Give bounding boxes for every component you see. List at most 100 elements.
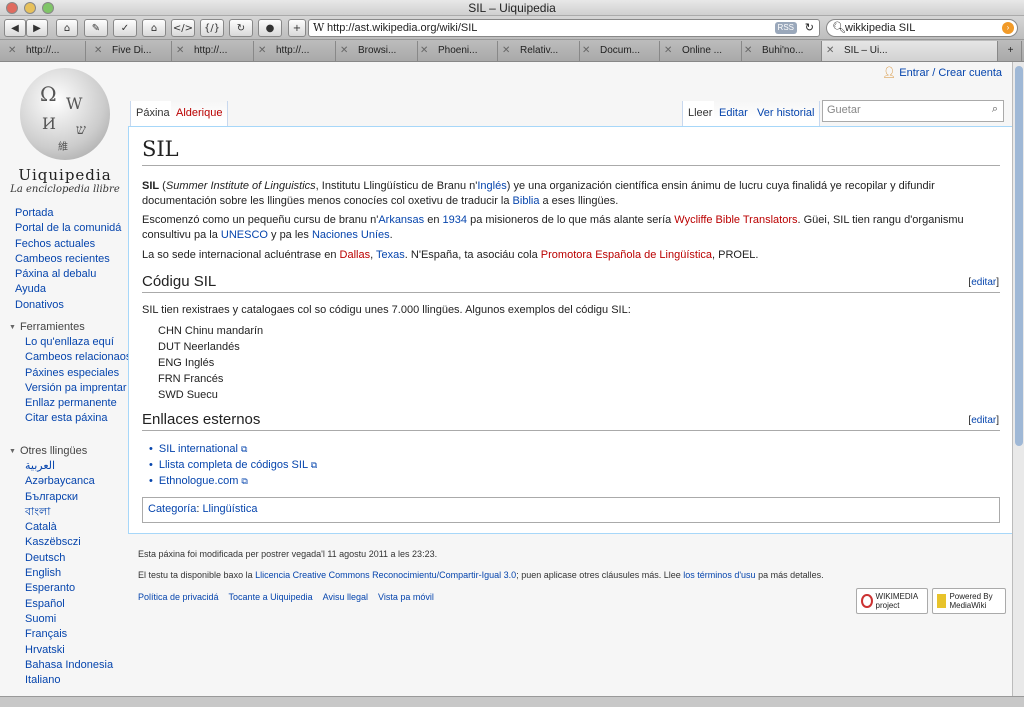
close-tab-icon[interactable]: ✕ [8,41,16,61]
browser-tab[interactable]: ✕ Online ... [660,41,742,61]
browser-search-field[interactable]: 🔍︎ wikkipedia SIL › [826,19,1018,37]
sidebar-link[interactable]: Български [15,490,113,505]
close-tab-icon[interactable]: ✕ [582,41,590,61]
close-tab-icon[interactable]: ✕ [340,41,348,61]
sidebar-link[interactable]: Kaszëbsczi [15,535,113,550]
license-link[interactable]: Llicencia Creative Commons Reconocimient… [255,570,516,580]
edit-section-link[interactable]: [editar] [968,415,999,426]
sidebar-link[interactable]: Suomi [15,612,113,627]
add-bookmark-button[interactable]: + [288,19,306,37]
external-link[interactable]: Ethnologue.com [159,475,239,487]
login-link[interactable]: Entrar / Crear cuenta [899,67,1002,79]
close-tab-icon[interactable]: ✕ [826,41,834,61]
tab-read[interactable]: Lleer [682,101,719,127]
address-bar[interactable]: W http://ast.wikipedia.org/wiki/SIL RSS … [308,19,820,37]
wiki-search-input[interactable]: Guetar ⌕ [822,100,1004,122]
sidebar-link[interactable]: English [15,566,113,581]
sidebar-link[interactable]: Italiano [15,673,113,688]
edit-section-link[interactable]: [editar] [968,277,999,288]
sidebar-link[interactable]: Lo qu'enllaza equí [15,335,131,350]
browser-tab[interactable]: ✕ http://... [4,41,86,61]
wikimedia-badge[interactable]: WIKIMEDIA project [856,588,928,614]
tools-heading[interactable]: Ferramientes [9,320,131,335]
sidebar-link[interactable]: Català [15,520,113,535]
sidebar-link[interactable]: Páxines especiales [15,366,131,381]
reload-icon[interactable]: ↻ [229,19,253,37]
close-tab-icon[interactable]: ✕ [94,41,102,61]
close-tab-icon[interactable]: ✕ [420,41,428,61]
browser-tab[interactable]: ✕ Docum... [578,41,660,61]
category-label-link[interactable]: Categoría [148,503,196,515]
new-tab-button[interactable]: + [1000,41,1022,61]
source-code-icon[interactable]: </> [171,19,195,37]
close-tab-icon[interactable]: ✕ [664,41,672,61]
validate-icon[interactable]: ✓ [113,19,137,37]
search-go-icon[interactable]: › [1002,22,1014,34]
reload-url-icon[interactable]: ↻ [805,20,814,36]
sidebar-link[interactable]: Páxina al debalu [15,267,121,282]
external-link-item[interactable]: Ethnologue.com ⧉ [149,473,248,489]
museum-icon[interactable]: ⌂ [142,19,166,37]
footer-link[interactable]: Avisu llegal [323,592,368,602]
sidebar-link[interactable]: Portada [15,206,121,221]
link-dallas[interactable]: Dallas [340,249,371,261]
browser-tab[interactable]: ✕ http://... [254,41,336,61]
external-link[interactable]: SIL international [159,443,238,455]
tab-edit[interactable]: Editar [714,101,754,127]
close-tab-icon[interactable]: ✕ [176,41,184,61]
sidebar-link[interactable]: Esperanto [15,581,113,596]
site-logo[interactable]: Ω W И ש 維 Uiquipedia La enciclopedia lli… [10,68,120,198]
edit-label[interactable]: editar [971,277,996,288]
link-texas[interactable]: Texas [376,249,405,261]
sidebar-link[interactable]: Citar esta páxina [15,411,131,426]
rss-badge[interactable]: RSS [774,22,797,34]
link-1934[interactable]: 1934 [443,214,467,226]
sidebar-link[interactable]: Cambeos relacionaos [15,350,131,365]
footer-link[interactable]: Política de privacidá [138,592,219,602]
sidebar-link[interactable]: Donativos [15,298,121,313]
languages-heading[interactable]: Otres llingües [9,444,113,459]
link-unesco[interactable]: UNESCO [221,229,268,241]
browser-tab[interactable]: ✕ Five Di... [90,41,172,61]
sidebar-link[interactable]: Portal de la comunidá [15,221,121,236]
close-tab-icon[interactable]: ✕ [744,41,752,61]
browser-tab[interactable]: ✕ Phoeni... [416,41,498,61]
tab-page[interactable]: Páxina [130,101,176,127]
browser-tab[interactable]: ✕ Relativ... [498,41,580,61]
close-tab-icon[interactable]: ✕ [502,41,510,61]
sidebar-link[interactable]: Fechos actuales [15,237,121,252]
browser-tab[interactable]: ✕ Browsi... [336,41,418,61]
sidebar-link[interactable]: Cambeos recientes [15,252,121,267]
footer-link[interactable]: Tocante a Uiquipedia [229,592,313,602]
source-toggle-icon[interactable]: {/} [200,19,224,37]
vertical-scrollbar[interactable] [1012,62,1024,696]
link-proel[interactable]: Promotora Española de Lingüística [541,249,712,261]
link-wycliffe[interactable]: Wycliffe Bible Translators [674,214,797,226]
sidebar-link[interactable]: Deutsch [15,551,113,566]
browser-tab[interactable]: ✕ http://... [172,41,254,61]
scrollbar-thumb[interactable] [1015,66,1023,446]
close-tab-icon[interactable]: ✕ [258,41,266,61]
magnifier-icon[interactable]: ⌕ [992,103,998,116]
sidebar-link[interactable]: Enllaz permanente [15,396,131,411]
link-naciones-unies[interactable]: Naciones Uníes [312,229,390,241]
sidebar-link[interactable]: Español [15,597,113,612]
sidebar-link[interactable]: Hrvatski [15,643,113,658]
sidebar-link[interactable]: Français [15,627,113,642]
stop-icon[interactable]: ● [258,19,282,37]
browser-tab[interactable]: ✕ SIL – Ui... [822,41,998,61]
sidebar-link[interactable]: Ayuda [15,282,121,297]
link-arkansas[interactable]: Arkansas [378,214,424,226]
user-tools[interactable]: 👤︎ Entrar / Crear cuenta [882,66,1002,79]
link-ingles[interactable]: Inglés [477,180,506,192]
edit-icon[interactable]: ✎ [84,19,108,37]
forward-button[interactable]: ▶ [26,19,48,37]
back-button[interactable]: ◀ [4,19,26,37]
external-link[interactable]: Llista completa de códigos SIL [159,459,308,471]
browser-tab[interactable]: ✕ Buhi'no... [740,41,822,61]
tab-talk[interactable]: Alderique [171,101,229,127]
footer-link[interactable]: Vista pa móvil [378,592,434,602]
sidebar-link[interactable]: العربية [15,459,113,474]
terms-link[interactable]: los términos d'usu [683,570,755,580]
tab-history[interactable]: Ver historial [752,101,821,127]
